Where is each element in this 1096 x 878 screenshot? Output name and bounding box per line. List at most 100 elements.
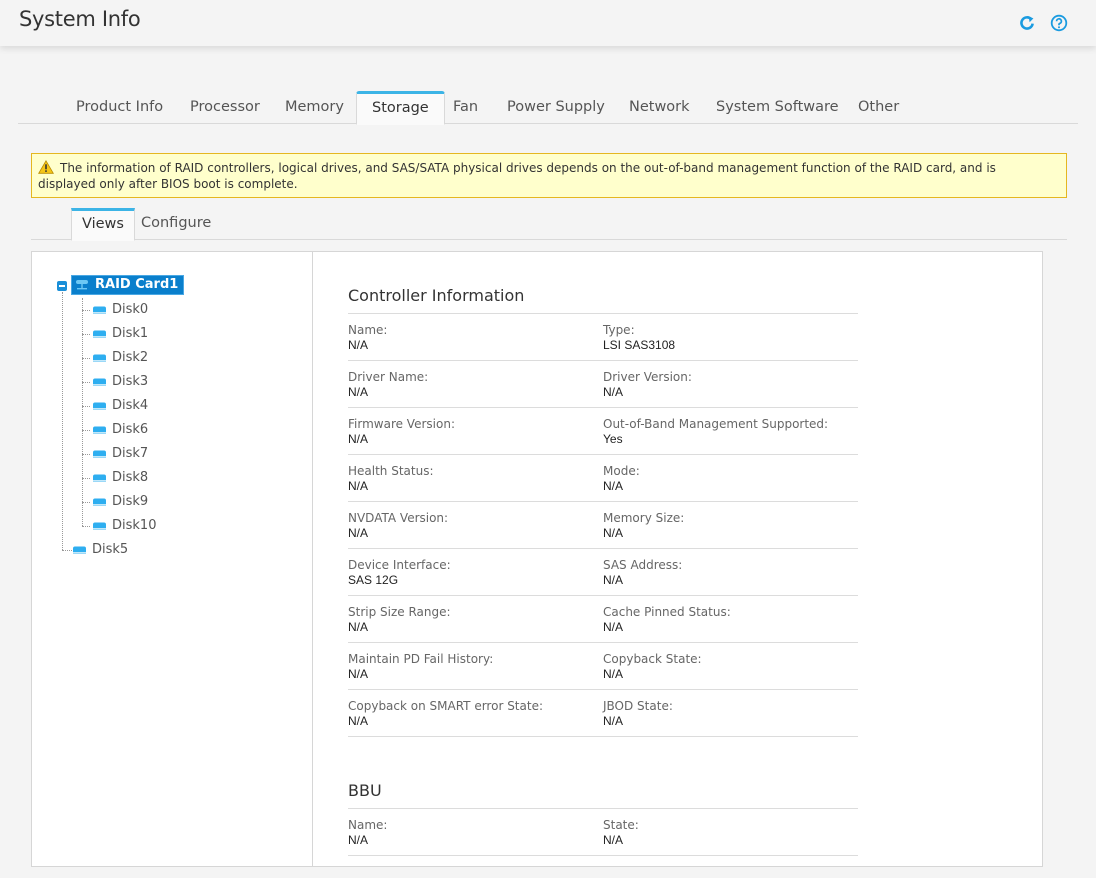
field-value: N/A [603, 385, 624, 399]
field-label: JBOD State: [603, 699, 673, 713]
field-value: N/A [603, 667, 624, 681]
field-value: N/A [603, 833, 624, 847]
disk-icon [93, 354, 106, 362]
tab-network[interactable]: Network [614, 91, 705, 124]
field-value: Yes [603, 432, 623, 446]
tree-node-label: Disk8 [112, 470, 149, 485]
tree-node-label: RAID Card1 [95, 277, 179, 292]
info-row: NVDATA Version: N/A Memory Size: N/A [348, 502, 858, 549]
refresh-icon[interactable] [1018, 14, 1036, 32]
field-value: N/A [603, 526, 624, 540]
tree-connector [62, 292, 63, 550]
tree-node-disk[interactable]: Disk3 [93, 372, 148, 392]
tree-connector [82, 526, 90, 527]
tree-node-raid-card1[interactable]: RAID Card1 [71, 275, 185, 295]
info-row: Health Status: N/A Mode: N/A [348, 455, 858, 502]
tree-node-label: Disk4 [112, 398, 149, 413]
tree-connector [82, 454, 90, 455]
field-label: Name: [348, 818, 388, 832]
field-value: LSI SAS3108 [603, 338, 676, 352]
info-field: Copyback on SMART error State: N/A [348, 699, 603, 736]
field-value: N/A [603, 620, 624, 634]
disk-icon [93, 426, 106, 434]
field-value: N/A [348, 479, 369, 493]
field-label: Strip Size Range: [348, 605, 451, 619]
disk-icon [93, 402, 106, 410]
tab-system-software[interactable]: System Software [701, 91, 854, 124]
tree-node-disk[interactable]: Disk4 [93, 396, 148, 416]
tree-node-label: Disk9 [112, 494, 149, 509]
tree-node-disk[interactable]: Disk7 [93, 444, 148, 464]
field-value: N/A [348, 714, 369, 728]
tree-node-disk[interactable]: Disk6 [93, 420, 148, 440]
tab-memory[interactable]: Memory [270, 91, 359, 124]
disk-icon [93, 450, 106, 458]
tree-connector [82, 478, 90, 479]
disk-icon [93, 378, 106, 386]
field-label: SAS Address: [603, 558, 683, 572]
warning-text: The information of RAID controllers, log… [38, 161, 996, 191]
collapse-toggle[interactable] [57, 281, 67, 291]
tree-node-disk[interactable]: Disk2 [93, 348, 148, 368]
field-value: N/A [348, 526, 369, 540]
tree-node-disk[interactable]: Disk1 [93, 324, 148, 344]
field-label: NVDATA Version: [348, 511, 449, 525]
field-label: Device Interface: [348, 558, 451, 572]
storage-panel: RAID Card1 Disk0 Disk1 Disk2 Disk3 Disk4… [31, 251, 1043, 867]
info-field: Cache Pinned Status: N/A [603, 605, 858, 642]
tree-node-label: Disk0 [112, 302, 149, 317]
bbu-section-title: BBU [348, 777, 858, 809]
tree-node-disk[interactable]: Disk5 [73, 540, 128, 560]
info-row: Maintain PD Fail History: N/A Copyback Sta… [348, 643, 858, 690]
tab-processor[interactable]: Processor [175, 91, 275, 124]
main-tab-bar: Product Info Processor Memory Storage Fa… [18, 91, 1078, 125]
tree-node-disk[interactable]: Disk0 [93, 300, 148, 320]
tree-node-disk[interactable]: Disk10 [93, 516, 156, 536]
controller-info-list: Name: N/A Type: LSI SAS3108 Driver Name: N/A D… [348, 314, 858, 737]
disk-icon [93, 306, 106, 314]
info-field: Firmware Version: N/A [348, 417, 603, 454]
tree-node-disk[interactable]: Disk9 [93, 492, 148, 512]
tree-node-label: Disk5 [92, 542, 129, 557]
tab-fan[interactable]: Fan [438, 91, 493, 124]
info-row: Strip Size Range: N/A Cache Pinned Status:… [348, 596, 858, 643]
field-value: N/A [603, 479, 624, 493]
info-field: Type: LSI SAS3108 [603, 323, 858, 360]
controller-section-title: Controller Information [348, 282, 858, 314]
field-label: Name: [348, 323, 388, 337]
tab-configure[interactable]: Configure [131, 208, 221, 240]
tree-connector [82, 430, 90, 431]
storage-tree: RAID Card1 Disk0 Disk1 Disk2 Disk3 Disk4… [32, 252, 313, 866]
field-value: N/A [603, 714, 624, 728]
tree-connector [82, 382, 90, 383]
info-field: Copyback State: N/A [603, 652, 858, 689]
tab-storage[interactable]: Storage [356, 91, 445, 125]
disk-icon [73, 546, 86, 554]
tab-product-info[interactable]: Product Info [61, 91, 178, 124]
tab-power-supply[interactable]: Power Supply [492, 91, 620, 124]
sub-tab-bar: Views Configure [31, 208, 1067, 241]
field-label: Maintain PD Fail History: [348, 652, 494, 666]
field-label: Firmware Version: [348, 417, 455, 431]
field-label: Health Status: [348, 464, 434, 478]
tab-views[interactable]: Views [71, 208, 135, 241]
info-field: Strip Size Range: N/A [348, 605, 603, 642]
disk-icon [93, 498, 106, 506]
info-row: Device Interface: SAS 12G SAS Address: N/A [348, 549, 858, 596]
tree-connector [82, 334, 90, 335]
field-label: State: [603, 818, 639, 832]
bbu-info-list: Name: N/A State: N/A [348, 809, 858, 856]
info-row: Copyback on SMART error State: N/A JBOD St… [348, 690, 858, 737]
tree-connector [82, 406, 90, 407]
tree-node-label: Disk3 [112, 374, 149, 389]
help-icon[interactable] [1050, 14, 1068, 32]
tab-other[interactable]: Other [843, 91, 914, 124]
info-field: Memory Size: N/A [603, 511, 858, 548]
field-label: Driver Name: [348, 370, 429, 384]
field-label: Copyback on SMART error State: [348, 699, 543, 713]
info-field: NVDATA Version: N/A [348, 511, 603, 548]
tree-connector [82, 298, 83, 526]
field-label: Out-of-Band Management Supported: [603, 417, 829, 431]
info-field: Name: N/A [348, 323, 603, 360]
tree-node-disk[interactable]: Disk8 [93, 468, 148, 488]
